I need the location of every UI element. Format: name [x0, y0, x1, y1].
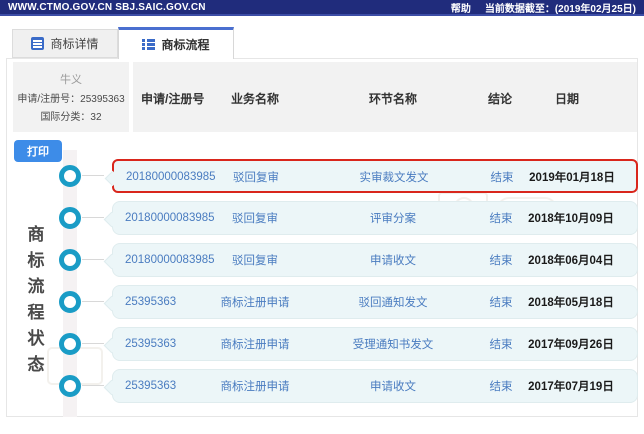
bubble-tail [103, 295, 120, 312]
applicant-info-box: 牛义 申请/注册号：25395363 国际分类：32 [13, 62, 129, 132]
bubble-tail [103, 253, 120, 270]
header-date: 日期 [554, 92, 579, 106]
timeline-node-icon [59, 249, 81, 271]
timeline-node-icon [59, 333, 81, 355]
cell-stage-name: 实审裁文发文 [359, 172, 429, 184]
process-row: 25395363 商标注册申请 驳回通知发文 结束 2018年05月18日 [0, 285, 644, 319]
cell-business-name: 商标注册申请 [220, 381, 290, 393]
cell-date: 2018年05月18日 [528, 297, 614, 309]
cell-business-name: 驳回复审 [232, 255, 278, 267]
process-row: 20180000083985 驳回复审 评审分案 结束 2018年10月09日 [0, 201, 644, 235]
bubble-tail [103, 337, 120, 354]
timeline-connector [82, 259, 104, 260]
cell-business-name: 商标注册申请 [220, 297, 290, 309]
timeline-connector [82, 301, 104, 302]
timeline-connector [82, 217, 104, 218]
cell-business-name: 驳回复审 [233, 172, 279, 184]
process-row-bubble: 20180000083985 驳回复审 申请收文 结束 2018年06月04日 [103, 243, 638, 277]
cell-stage-name: 评审分案 [370, 213, 416, 225]
cell-stage-name: 申请收文 [370, 381, 416, 393]
process-row-bubble: 25395363 商标注册申请 申请收文 结束 2017年07月19日 [103, 369, 638, 403]
header-business-name: 业务名称 [230, 92, 279, 106]
process-row: 25395363 商标注册申请 申请收文 结束 2017年07月19日 [0, 369, 644, 403]
top-bar: WWW.CTMO.GOV.CN SBJ.SAIC.GOV.CN 帮助 当前数据截… [0, 0, 644, 16]
cell-stage-name: 驳回通知发文 [358, 297, 428, 309]
timeline-node-icon [59, 375, 81, 397]
cell-date: 2017年09月26日 [528, 339, 614, 351]
cell-stage-name: 申请收文 [370, 255, 416, 267]
process-row: 25395363 商标注册申请 受理通知书发文 结束 2017年09月26日 [0, 327, 644, 361]
cell-date: 2019年01月18日 [529, 172, 615, 184]
cell-date: 2018年06月04日 [528, 255, 614, 267]
process-row-bubble: 25395363 商标注册申请 受理通知书发文 结束 2017年09月26日 [103, 327, 638, 361]
site-urls: WWW.CTMO.GOV.CN SBJ.SAIC.GOV.CN [8, 1, 206, 13]
tab-label: 商标流程 [161, 38, 210, 52]
process-row-bubble-highlighted: 20180000083985 驳回复审 实审裁文发文 结束 2019年01月18日 [104, 159, 638, 193]
list-icon [142, 38, 156, 51]
cell-date: 2018年10月09日 [528, 213, 614, 225]
cell-stage-name: 受理通知书发文 [352, 339, 434, 351]
timeline-connector [82, 175, 104, 176]
cell-business-name: 商标注册申请 [220, 339, 290, 351]
registration-number-line: 申请/注册号：25395363 [17, 94, 125, 105]
bubble-tail [104, 170, 121, 187]
tab-trademark-flow[interactable]: 商标流程 [118, 27, 234, 59]
process-row: 20180000083985 驳回复审 申请收文 结束 2018年06月04日 [0, 243, 644, 277]
help-link[interactable]: 帮助 [451, 0, 471, 15]
international-class-line: 国际分类：32 [40, 112, 102, 123]
timeline-node-icon [59, 207, 81, 229]
process-row-bubble: 20180000083985 驳回复审 评审分案 结束 2018年10月09日 [103, 201, 638, 235]
document-icon [31, 37, 45, 50]
bubble-tail [103, 379, 120, 396]
timeline-connector [82, 385, 104, 386]
process-row: 20180000083985 驳回复审 实审裁文发文 结束 2019年01月18日 [0, 159, 644, 193]
cell-date: 2017年07月19日 [528, 381, 614, 393]
table-header-row: 申请/注册号 业务名称 环节名称 结论 日期 [133, 62, 637, 132]
data-date-note: 当前数据截至：(2019年02月25日) [484, 3, 636, 15]
timeline-node-icon [59, 165, 81, 187]
tab-trademark-details[interactable]: 商标详情 [12, 29, 118, 58]
applicant-name: 牛义 [60, 74, 82, 86]
bubble-tail [103, 211, 120, 228]
timeline-node-icon [59, 291, 81, 313]
header-stage-name: 环节名称 [368, 92, 417, 106]
timeline-connector [82, 343, 104, 344]
process-row-bubble: 25395363 商标注册申请 驳回通知发文 结束 2018年05月18日 [103, 285, 638, 319]
cell-business-name: 驳回复审 [232, 213, 278, 225]
tab-label: 商标详情 [50, 37, 99, 51]
